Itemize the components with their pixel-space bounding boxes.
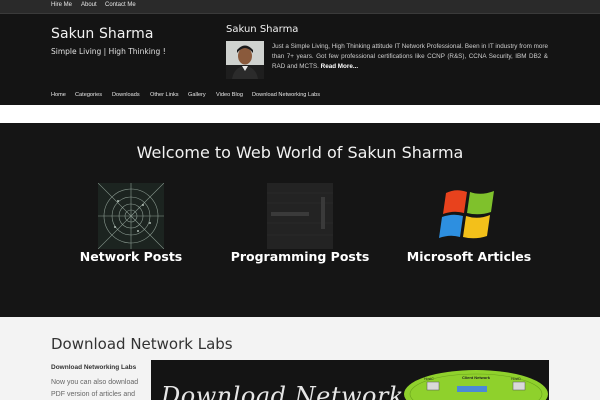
labs-text: Now you can also download PDF version of… <box>51 379 139 398</box>
profile-bio-text: Just a Simple Living, High Thinking atti… <box>272 43 548 70</box>
welcome-section: Welcome to Web World of Sakun Sharma Net… <box>0 123 600 317</box>
svg-text:HostC: HostC <box>424 377 434 381</box>
feature-microsoft-articles[interactable]: Microsoft Articles <box>369 183 569 283</box>
read-more-link[interactable]: Read More... <box>321 63 358 70</box>
topbar-link-about[interactable]: About <box>81 2 97 8</box>
profile-name: Sakun Sharma <box>226 24 299 35</box>
welcome-title: Welcome to Web World of Sakun Sharma <box>136 143 464 162</box>
nav-item-video-blog[interactable]: Video Blog <box>216 92 243 98</box>
code-screen-icon[interactable] <box>267 183 333 249</box>
feature-label-microsoft[interactable]: Microsoft Articles <box>369 249 569 264</box>
labs-title: Download Network Labs <box>51 335 233 353</box>
site-tagline: Simple Living | High Thinking ! <box>51 47 166 56</box>
nav-item-gallery[interactable]: Gallery <box>188 92 206 98</box>
topbar-link-contact[interactable]: Contact Me <box>105 2 136 8</box>
network-diagram-image: HostC HostD <box>404 370 548 400</box>
profile-bio: Just a Simple Living, High Thinking atti… <box>272 42 548 72</box>
nav-item-home[interactable]: Home <box>51 92 66 98</box>
site-title[interactable]: Sakun Sharma <box>51 26 154 42</box>
topbar-link-hire-me[interactable]: Hire Me <box>51 2 72 8</box>
svg-text:HostD: HostD <box>511 377 521 381</box>
section-spacer <box>0 105 600 123</box>
download-labs-section: Download Network Labs Download Networkin… <box>0 317 600 400</box>
labs-banner[interactable]: Download Network HostC HostD Client Netw… <box>151 360 549 400</box>
nav-item-categories[interactable]: Categories <box>75 92 102 98</box>
top-bar: Hire Me About Contact Me <box>0 0 600 14</box>
labs-subtitle[interactable]: Download Networking Labs <box>51 364 136 371</box>
nav-item-download-labs[interactable]: Download Networking Labs <box>252 92 320 98</box>
diagram-label: Client Network <box>462 375 491 380</box>
spider-web-icon[interactable] <box>97 182 165 250</box>
avatar <box>226 41 264 79</box>
nav-item-downloads[interactable]: Downloads <box>112 92 140 98</box>
windows-logo-icon[interactable] <box>436 183 502 249</box>
site-header: Sakun Sharma Simple Living | High Thinki… <box>0 14 600 105</box>
nav-item-other-links[interactable]: Other Links <box>150 92 179 98</box>
